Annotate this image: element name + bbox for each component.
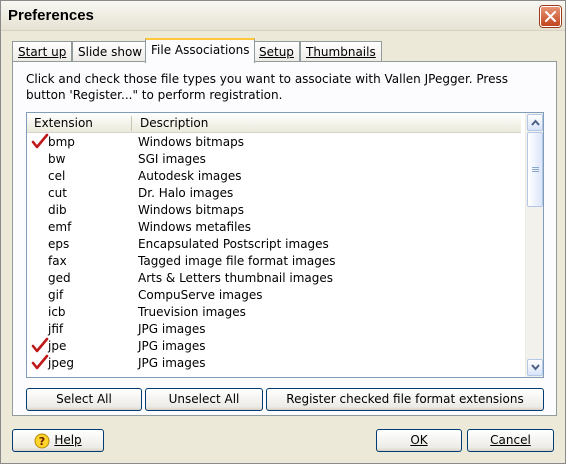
list-item[interactable]: ged Arts & Letters thumbnail images — [27, 270, 521, 287]
list-rows: bmp Windows bitmaps bw SGI images cel Autodes… — [27, 133, 521, 372]
help-button[interactable]: ? Help — [12, 429, 104, 452]
scroll-up-button[interactable] — [527, 114, 543, 131]
cancel-label: Cancel — [490, 433, 531, 447]
cancel-button[interactable]: Cancel — [467, 429, 554, 452]
description-cell: Windows bitmaps — [138, 135, 244, 149]
description-cell: Windows metafiles — [138, 220, 252, 234]
extension-cell: jpe — [48, 339, 67, 353]
list-item[interactable]: emf Windows metafiles — [27, 219, 521, 236]
extension-cell: bw — [48, 152, 66, 166]
select-all-button[interactable]: Select All — [26, 388, 142, 411]
checkmark-icon[interactable] — [31, 337, 49, 355]
help-label: Help — [54, 433, 82, 447]
extension-cell: emf — [48, 220, 72, 234]
list-header: Extension Description — [27, 113, 521, 133]
description-cell: Windows bitmaps — [138, 203, 244, 217]
tab-start-up[interactable]: Start up — [12, 41, 73, 62]
list-item[interactable]: bmp Windows bitmaps — [27, 133, 521, 151]
list-item[interactable]: bw SGI images — [27, 151, 521, 168]
extension-cell: icb — [48, 305, 66, 319]
tab-thumbnails[interactable]: Thumbnails — [300, 41, 382, 62]
list-item[interactable]: cel Autodesk images — [27, 168, 521, 185]
checkmark-icon[interactable] — [31, 354, 49, 372]
unselect-all-button[interactable]: Unselect All — [145, 388, 263, 411]
list-item[interactable]: icb Truevision images — [27, 304, 521, 321]
preferences-dialog: Preferences Start up Slide show File Ass… — [0, 0, 566, 464]
description-cell: JPG images — [138, 322, 206, 336]
description-cell: Encapsulated Postscript images — [138, 237, 329, 251]
svg-text:?: ? — [39, 435, 45, 448]
list-item[interactable]: eps Encapsulated Postscript images — [27, 236, 521, 253]
extension-cell: dib — [48, 203, 67, 217]
close-button[interactable] — [540, 6, 561, 27]
extension-cell: ged — [48, 271, 71, 285]
description-cell: Truevision images — [138, 305, 246, 319]
extension-cell: cel — [48, 169, 66, 183]
list-item[interactable]: dib Windows bitmaps — [27, 202, 521, 219]
extension-cell: jfif — [48, 322, 64, 336]
list-item[interactable]: fax Tagged image file format images — [27, 253, 521, 270]
scroll-thumb[interactable] — [527, 132, 543, 207]
close-icon — [545, 11, 556, 22]
help-icon: ? — [34, 433, 50, 448]
column-description[interactable]: Description — [140, 116, 208, 130]
file-type-list[interactable]: Extension Description bmp Windows bitmaps… — [26, 112, 544, 378]
extension-cell: jpeg — [48, 356, 74, 370]
thumb-grip — [532, 169, 539, 170]
description-cell: Autodesk images — [138, 169, 242, 183]
description-cell: SGI images — [138, 152, 206, 166]
scroll-down-button[interactable] — [527, 359, 543, 376]
ok-button[interactable]: OK — [376, 429, 462, 452]
instructions-text: Click and check those file types you wan… — [26, 72, 508, 102]
column-divider[interactable] — [131, 116, 132, 131]
column-extension[interactable]: Extension — [34, 116, 93, 130]
extension-cell: cut — [48, 186, 67, 200]
register-button[interactable]: Register checked file format extensions — [266, 388, 544, 411]
checkmark-icon[interactable] — [31, 133, 49, 151]
thumb-grip — [532, 171, 539, 172]
list-item[interactable]: cut Dr. Halo images — [27, 185, 521, 202]
extension-cell: fax — [48, 254, 67, 268]
chevron-up-icon — [531, 119, 540, 126]
file-associations-panel: Click and check those file types you wan… — [12, 61, 557, 416]
extension-cell: gif — [48, 288, 64, 302]
description-cell: CompuServe images — [138, 288, 263, 302]
title-bar[interactable]: Preferences — [1, 1, 565, 31]
description-cell: JPG images — [138, 356, 206, 370]
description-cell: Dr. Halo images — [138, 186, 234, 200]
extension-cell: eps — [48, 237, 70, 251]
description-cell: JPG images — [138, 339, 206, 353]
ok-label: OK — [410, 433, 428, 447]
vertical-scrollbar[interactable] — [525, 113, 543, 377]
list-item[interactable]: jpeg JPG images — [27, 354, 521, 372]
list-item[interactable]: gif CompuServe images — [27, 287, 521, 304]
tab-setup[interactable]: Setup — [253, 41, 300, 62]
thumb-grip — [532, 167, 539, 168]
list-item[interactable]: jpe JPG images — [27, 337, 521, 355]
extension-cell: bmp — [48, 135, 75, 149]
window-title: Preferences — [8, 7, 94, 24]
tab-file-associations[interactable]: File Associations — [145, 38, 256, 63]
tab-slide-show[interactable]: Slide show — [72, 41, 149, 62]
description-cell: Arts & Letters thumbnail images — [138, 271, 334, 285]
description-cell: Tagged image file format images — [138, 254, 336, 268]
chevron-down-icon — [531, 364, 540, 371]
list-item[interactable]: jfif JPG images — [27, 321, 521, 338]
